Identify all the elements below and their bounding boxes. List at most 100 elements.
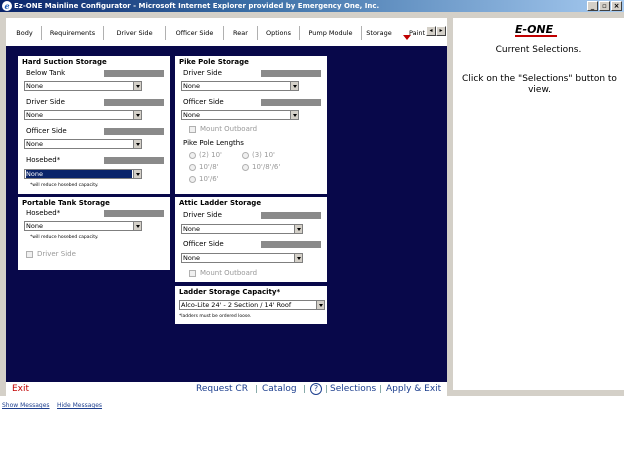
attic-officer-side-select[interactable]: None (181, 253, 303, 263)
hard-suction-panel: Hard Suction Storage Below Tank None Dri… (18, 56, 170, 194)
length-label-10-6: 10'/6' (199, 175, 219, 183)
chevron-down-icon (290, 82, 298, 90)
message-area: Show Messages Hide Messages (0, 396, 624, 453)
below-tank-price-bar (104, 70, 164, 77)
portable-hosebed-price-bar (104, 210, 164, 217)
tab-scroll-left-button[interactable]: ◂ (426, 26, 436, 36)
tab-pump-module[interactable]: Pump Module (300, 26, 362, 40)
tab-options[interactable]: Options (258, 26, 300, 40)
attic-mount-outboard-checkbox[interactable] (189, 270, 196, 277)
ie-icon: e (2, 1, 12, 11)
tab-body[interactable]: Body (8, 26, 42, 40)
help-icon[interactable]: ? (310, 383, 322, 395)
pike-officer-side-select[interactable]: None (181, 110, 299, 120)
configurator-app: Body Requirements Driver Side Officer Si… (0, 12, 624, 453)
current-selections-text: Current Selections. (495, 45, 582, 55)
pike-driver-side-label: Driver Side (183, 69, 222, 77)
divider (256, 385, 257, 393)
mount-outboard-checkbox[interactable] (189, 126, 196, 133)
close-button[interactable]: × (611, 1, 622, 11)
length-label-2x10: (2) 10' (199, 151, 222, 159)
length-label-10-8-6: 10'/8'/6' (252, 163, 281, 171)
catalog-button[interactable]: Catalog (262, 382, 297, 396)
chevron-down-icon (133, 82, 141, 90)
tab-storage[interactable]: Storage (362, 26, 396, 40)
divider (380, 385, 381, 393)
officer-side-label: Officer Side (26, 127, 67, 135)
chevron-down-icon (316, 301, 324, 309)
apply-exit-button[interactable]: Apply & Exit (386, 382, 441, 396)
portable-hosebed-label: Hosebed* (26, 209, 61, 217)
attic-driver-side-select[interactable]: None (181, 224, 303, 234)
chevron-down-icon (133, 170, 141, 178)
logo-underline (515, 35, 557, 37)
attic-officer-side-label: Officer Side (183, 240, 224, 248)
request-cr-button[interactable]: Request CR (196, 382, 248, 396)
driver-side-checkbox[interactable] (26, 251, 33, 258)
window-controls: _ ▫ × (587, 1, 622, 11)
tab-requirements[interactable]: Requirements (42, 26, 104, 40)
ladder-capacity-panel: Ladder Storage Capacity* Alco-Lite 24' -… (175, 286, 327, 324)
hosebed-select[interactable]: None (24, 169, 142, 179)
chevron-down-icon (133, 140, 141, 148)
tab-officer-side[interactable]: Officer Side (166, 26, 224, 40)
chevron-down-icon (294, 225, 302, 233)
hosebed-label: Hosebed* (26, 156, 61, 164)
panel-title: Pike Pole Storage (179, 58, 249, 66)
restore-button[interactable]: ▫ (599, 1, 610, 11)
options-canvas: Hard Suction Storage Below Tank None Dri… (6, 46, 447, 382)
panel-title: Ladder Storage Capacity* (179, 288, 281, 296)
chevron-down-icon (290, 111, 298, 119)
officer-side-select[interactable]: None (24, 139, 142, 149)
minimize-button[interactable]: _ (587, 1, 598, 11)
driver-side-label: Driver Side (26, 98, 65, 106)
bottom-action-bar: Exit Request CR Catalog ? Selections App… (6, 382, 447, 396)
selections-instructions: Click on the "Selections" button to view… (462, 74, 617, 95)
length-radio-10-6[interactable] (189, 176, 196, 183)
length-radio-10-8[interactable] (189, 164, 196, 171)
exit-button[interactable]: Exit (12, 382, 29, 396)
below-tank-select[interactable]: None (24, 81, 142, 91)
officer-side-price-bar (104, 128, 164, 135)
tab-scroll-right-button[interactable]: ▸ (436, 26, 446, 36)
below-tank-label: Below Tank (26, 69, 66, 77)
ladder-capacity-note: *ladders must be ordered loose. (179, 314, 252, 319)
portable-hosebed-note: *will reduce hosebed capacity. (30, 235, 99, 240)
length-radio-2x10[interactable] (189, 152, 196, 159)
attic-driver-side-price-bar (261, 212, 321, 219)
panel-title: Portable Tank Storage (22, 199, 110, 207)
pike-officer-side-label: Officer Side (183, 98, 224, 106)
driver-side-price-bar (104, 99, 164, 106)
chevron-down-icon (133, 222, 141, 230)
chevron-down-icon (294, 254, 302, 262)
mount-outboard-label: Mount Outboard (200, 125, 258, 133)
tab-driver-side[interactable]: Driver Side (104, 26, 166, 40)
panel-title: Attic Ladder Storage (179, 199, 262, 207)
window-titlebar: e Ez-ONE Mainline Configurator - Microso… (0, 0, 624, 12)
length-radio-10-8-6[interactable] (242, 164, 249, 171)
length-radio-3x10[interactable] (242, 152, 249, 159)
pike-driver-side-select[interactable]: None (181, 81, 299, 91)
portable-hosebed-select[interactable]: None (24, 221, 142, 231)
hide-messages-link[interactable]: Hide Messages (57, 402, 102, 409)
panel-title: Hard Suction Storage (22, 58, 107, 66)
length-label-10-8: 10'/8' (199, 163, 219, 171)
pike-pole-panel: Pike Pole Storage Driver Side None Offic… (175, 56, 327, 194)
show-messages-link[interactable]: Show Messages (2, 402, 50, 409)
driver-side-select[interactable]: None (24, 110, 142, 120)
portable-tank-panel: Portable Tank Storage Hosebed* None *wil… (18, 197, 170, 270)
window-title: Ez-ONE Mainline Configurator - Microsoft… (14, 2, 380, 10)
pike-lengths-label: Pike Pole Lengths (183, 139, 244, 147)
attic-mount-outboard-label: Mount Outboard (200, 269, 258, 277)
chevron-down-icon (133, 111, 141, 119)
attic-officer-side-price-bar (261, 241, 321, 248)
divider (304, 385, 305, 393)
pike-driver-side-price-bar (261, 70, 321, 77)
pike-officer-side-price-bar (261, 99, 321, 106)
tab-rear[interactable]: Rear (224, 26, 258, 40)
tab-paint[interactable]: Paint (407, 26, 427, 40)
tab-strip: Body Requirements Driver Side Officer Si… (6, 18, 447, 46)
ladder-capacity-select[interactable]: Alco-Lite 24' - 2 Section / 14' Roof (179, 300, 325, 310)
hosebed-note: *will reduce hosebed capacity. (30, 183, 99, 188)
selections-button[interactable]: Selections (330, 382, 376, 396)
